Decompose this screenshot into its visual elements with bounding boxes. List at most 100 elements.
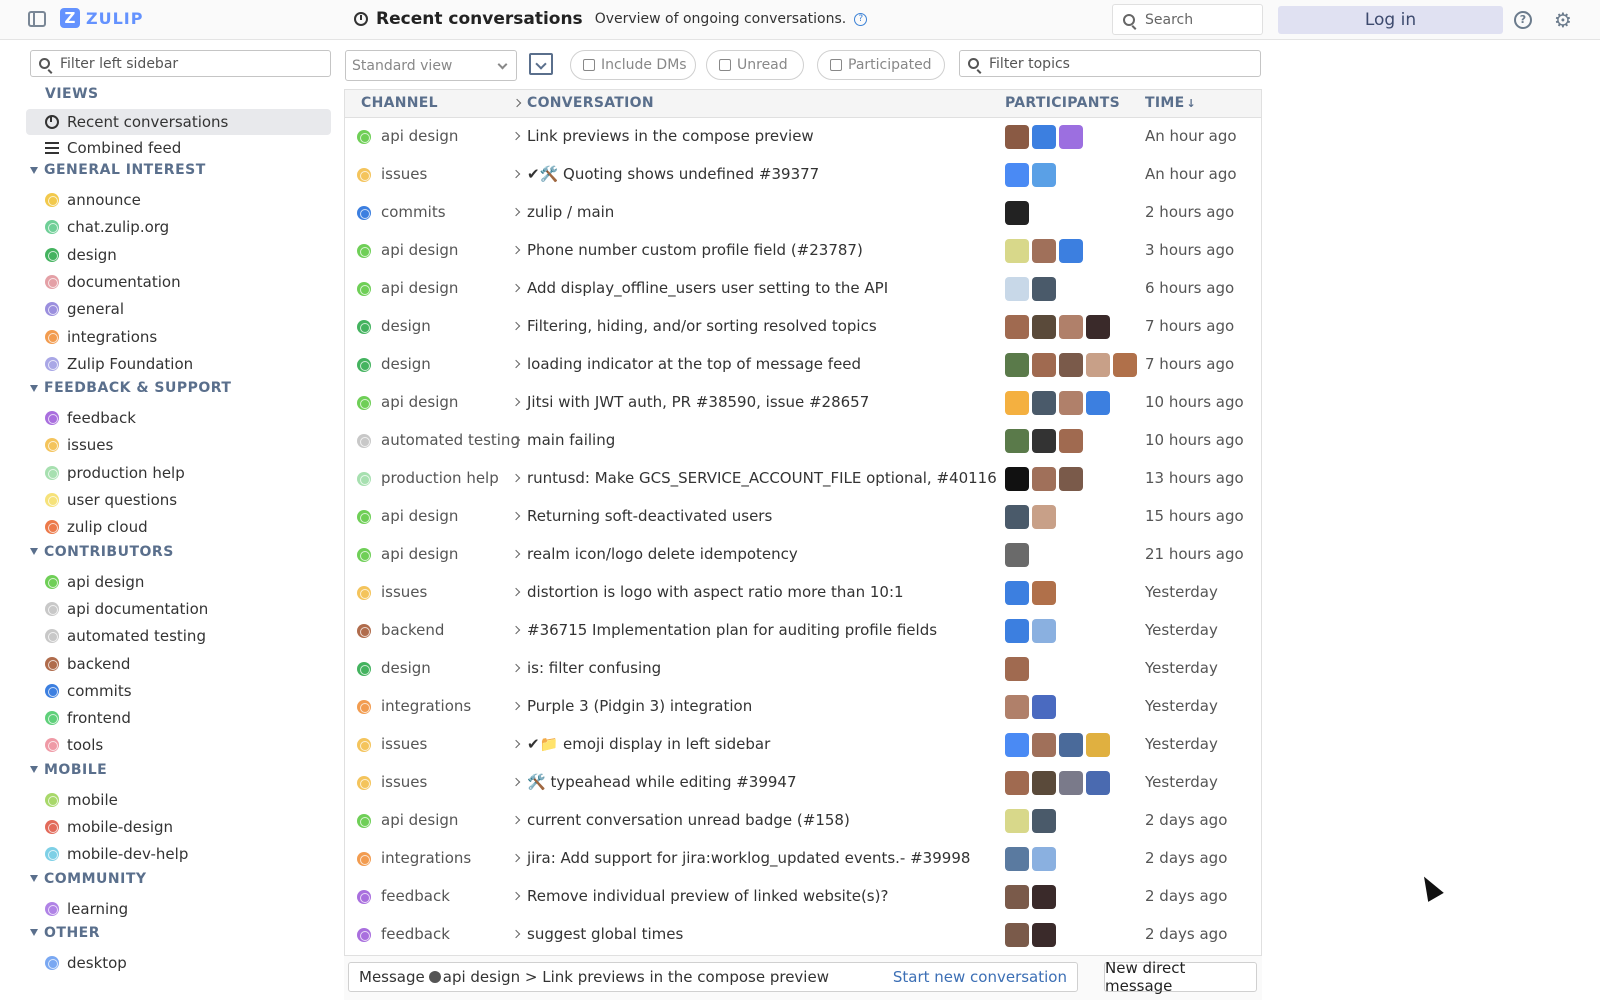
avatar[interactable] [1032,847,1056,871]
sidebar-channel-item[interactable]: learning [26,896,331,922]
row-topic-link[interactable]: loading indicator at the top of message … [527,355,861,373]
row-topic-link[interactable]: Link previews in the compose preview [527,127,814,145]
row-channel-link[interactable]: design [381,355,431,373]
avatar[interactable] [1005,733,1029,757]
column-header-time[interactable]: TIME ↓ [1145,95,1196,111]
avatar[interactable] [1005,695,1029,719]
row-time[interactable]: An hour ago [1145,165,1237,183]
sidebar-channel-item[interactable]: general [26,296,331,322]
row-topic-link[interactable]: main failing [527,431,615,449]
folder-filter-icon[interactable] [529,53,553,75]
unread-toggle[interactable]: Unread [706,50,804,80]
row-topic-link[interactable]: runtusd: Make GCS_SERVICE_ACCOUNT_FILE o… [527,469,997,487]
avatar[interactable] [1086,733,1110,757]
row-topic-link[interactable]: Add display_offline_users user setting t… [527,279,888,297]
login-button[interactable]: Log in [1278,6,1503,34]
avatar[interactable] [1059,391,1083,415]
view-select-dropdown[interactable]: Standard view [345,50,517,81]
sidebar-channel-item[interactable]: automated testing [26,623,331,649]
column-header-conversation[interactable]: CONVERSATION [527,95,654,111]
chevron-right-icon[interactable] [511,245,521,255]
sidebar-channel-item[interactable]: design [26,242,331,268]
chevron-right-icon[interactable] [511,815,521,825]
include-dms-checkbox[interactable] [583,59,595,71]
avatar[interactable] [1005,125,1029,149]
sidebar-channel-item[interactable]: backend [26,651,331,677]
avatar[interactable] [1005,467,1029,491]
row-topic-link[interactable]: Jitsi with JWT auth, PR #38590, issue #2… [527,393,869,411]
avatar[interactable] [1032,277,1056,301]
chevron-right-icon[interactable] [511,321,521,331]
avatar[interactable] [1086,315,1110,339]
sidebar-channel-item[interactable]: api documentation [26,596,331,622]
chevron-right-icon[interactable] [511,663,521,673]
row-time[interactable]: Yesterday [1145,659,1218,677]
avatar[interactable] [1005,505,1029,529]
row-topic-link[interactable]: zulip / main [527,203,614,221]
row-time[interactable]: 15 hours ago [1145,507,1244,525]
sidebar-channel-item[interactable]: mobile-design [26,814,331,840]
row-channel-link[interactable]: issues [381,735,427,753]
row-topic-link[interactable]: ✔📁 emoji display in left sidebar [527,735,770,753]
sidebar-section-heading[interactable]: CONTRIBUTORS [30,544,174,560]
participated-toggle[interactable]: Participated [817,50,945,80]
avatar[interactable] [1032,391,1056,415]
chevron-right-icon[interactable] [511,473,521,483]
sidebar-channel-item[interactable]: api design [26,569,331,595]
avatar[interactable] [1032,163,1056,187]
sidebar-channel-item[interactable]: issues [26,432,331,458]
compose-message-button[interactable]: Message api design > Link previews in th… [348,962,1078,992]
row-topic-link[interactable]: Phone number custom profile field (#2378… [527,241,863,259]
help-menu-icon[interactable]: ? [1514,11,1532,29]
avatar[interactable] [1005,923,1029,947]
sidebar-section-heading[interactable]: GENERAL INTEREST [30,162,206,178]
avatar[interactable] [1032,315,1056,339]
avatar[interactable] [1113,353,1137,377]
sidebar-channel-item[interactable]: chat.zulip.org [26,214,331,240]
avatar[interactable] [1059,771,1083,795]
chevron-right-icon[interactable] [511,397,521,407]
chevron-right-icon[interactable] [511,739,521,749]
avatar[interactable] [1032,505,1056,529]
participated-checkbox[interactable] [830,59,842,71]
sidebar-channel-item[interactable]: feedback [26,405,331,431]
sidebar-channel-item[interactable]: Zulip Foundation [26,351,331,377]
avatar[interactable] [1005,809,1029,833]
avatar[interactable] [1005,885,1029,909]
avatar[interactable] [1032,619,1056,643]
row-topic-link[interactable]: 🛠️ typeahead while editing #39947 [527,773,797,791]
left-sidebar-filter-input[interactable]: Filter left sidebar [30,50,331,77]
row-time[interactable]: Yesterday [1145,697,1218,715]
row-channel-link[interactable]: backend [381,621,444,639]
include-dms-toggle[interactable]: Include DMs [570,50,696,80]
row-channel-link[interactable]: production help [381,469,499,487]
row-channel-link[interactable]: feedback [381,887,450,905]
chevron-right-icon[interactable] [511,169,521,179]
sidebar-channel-item[interactable]: zulip cloud [26,514,331,540]
avatar[interactable] [1005,657,1029,681]
avatar[interactable] [1059,315,1083,339]
row-topic-link[interactable]: Remove individual preview of linked webs… [527,887,888,905]
help-icon[interactable]: ? [854,12,868,26]
row-time[interactable]: 7 hours ago [1145,317,1234,335]
sidebar-section-heading[interactable]: OTHER [30,925,100,941]
zulip-logo[interactable]: ZULIP [60,8,143,28]
sidebar-section-heading[interactable]: MOBILE [30,762,107,778]
row-channel-link[interactable]: api design [381,545,458,563]
row-channel-link[interactable]: commits [381,203,446,221]
row-topic-link[interactable]: #36715 Implementation plan for auditing … [527,621,937,639]
row-channel-link[interactable]: integrations [381,849,471,867]
avatar[interactable] [1059,467,1083,491]
sidebar-channel-item[interactable]: mobile-dev-help [26,841,331,867]
chevron-right-icon[interactable] [511,929,521,939]
sidebar-channel-item[interactable]: mobile [26,787,331,813]
row-channel-link[interactable]: api design [381,507,458,525]
chevron-right-icon[interactable] [511,207,521,217]
row-topic-link[interactable]: jira: Add support for jira:worklog_updat… [527,849,970,867]
sidebar-section-heading[interactable]: COMMUNITY [30,871,147,887]
avatar[interactable] [1086,391,1110,415]
row-channel-link[interactable]: issues [381,773,427,791]
row-channel-link[interactable]: design [381,317,431,335]
avatar[interactable] [1032,695,1056,719]
sidebar-channel-item[interactable]: tools [26,732,331,758]
